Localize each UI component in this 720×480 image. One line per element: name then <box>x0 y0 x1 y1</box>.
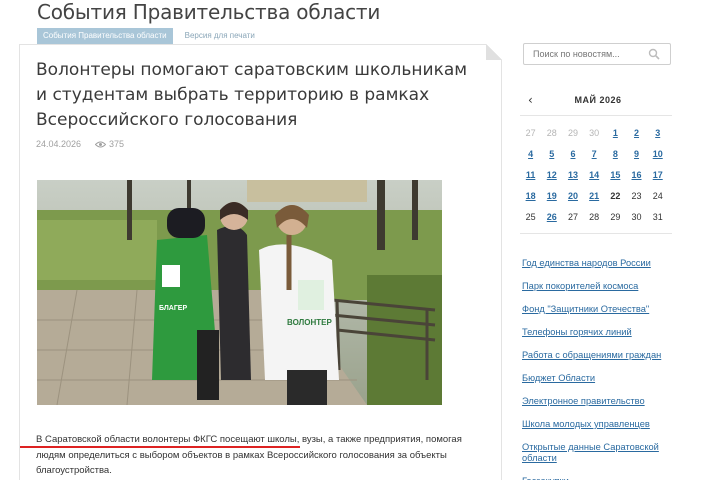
sidebar-link[interactable]: Год единства народов России <box>522 258 682 269</box>
calendar-day: 28 <box>546 127 557 138</box>
calendar-divider <box>520 115 672 116</box>
calendar-day[interactable]: 16 <box>626 170 647 180</box>
article-headline: Волонтеры помогают саратовским школьника… <box>36 60 468 130</box>
calendar-day[interactable]: 17 <box>647 170 668 180</box>
calendar-day[interactable]: 21 <box>584 191 605 201</box>
calendar-day[interactable]: 19 <box>541 191 562 201</box>
calendar-day[interactable]: 4 <box>520 149 541 159</box>
vest2-text: ВОЛОНТЕР <box>287 318 332 327</box>
calendar-week: 27 28 29 30 1 2 3 <box>520 122 676 143</box>
calendar-day[interactable]: 12 <box>541 170 562 180</box>
sidebar-link[interactable]: Школа молодых управленцев <box>522 419 682 430</box>
search-input[interactable] <box>524 49 644 59</box>
calendar-day[interactable]: 14 <box>584 170 605 180</box>
calendar-day[interactable]: 11 <box>520 170 541 180</box>
calendar-day[interactable]: 20 <box>562 191 583 201</box>
calendar-month: МАЙ 2026 <box>574 95 622 105</box>
calendar-day: 31 <box>652 211 663 222</box>
calendar-day[interactable]: 26 <box>541 212 562 222</box>
calendar-day[interactable]: 2 <box>626 128 647 138</box>
calendar-day: 27 <box>525 127 536 138</box>
search-box <box>523 43 671 65</box>
calendar-divider-bottom <box>520 233 672 234</box>
calendar-day[interactable]: 10 <box>647 149 668 159</box>
calendar-day: 24 <box>652 190 663 201</box>
sidebar-link[interactable]: Парк покорителей космоса <box>522 281 682 292</box>
calendar-day[interactable]: 18 <box>520 191 541 201</box>
calendar-week: 4 5 6 7 8 9 10 <box>520 143 676 164</box>
calendar-week: 25 26 27 28 29 30 31 <box>520 206 676 227</box>
sidebar-link[interactable]: Бюджет Области <box>522 373 682 384</box>
calendar-day[interactable]: 1 <box>605 128 626 138</box>
tab-events[interactable]: События Правительства области <box>37 28 173 44</box>
calendar-day: 25 <box>525 211 536 222</box>
calendar-day[interactable]: 15 <box>605 170 626 180</box>
eye-icon <box>95 141 107 147</box>
calendar-day: 29 <box>567 127 578 138</box>
sidebar-link[interactable]: Электронное правительство <box>522 396 682 407</box>
print-version-link[interactable]: Версия для печати <box>179 28 261 44</box>
article-meta: 24.04.2026 375 <box>36 139 124 149</box>
sidebar-link[interactable]: Фонд "Защитники Отечества" <box>522 304 682 315</box>
calendar-day: 30 <box>589 127 600 138</box>
calendar-day: 28 <box>589 211 600 222</box>
article-views: 375 <box>95 139 124 149</box>
page-tabs: События Правительства области Версия для… <box>37 28 261 44</box>
calendar-header: ‹ МАЙ 2026 <box>523 92 673 108</box>
sidebar-link[interactable]: Работа с обращениями граждан <box>522 350 682 361</box>
calendar-day[interactable]: 13 <box>562 170 583 180</box>
calendar-day[interactable]: 9 <box>626 149 647 159</box>
views-count: 375 <box>109 139 125 149</box>
calendar-day: 23 <box>631 190 642 201</box>
calendar-day: 29 <box>610 211 621 222</box>
article-body: В Саратовской области волонтеры ФКГС пос… <box>36 434 462 476</box>
calendar-day: 22 <box>610 190 621 201</box>
sidebar-links: Год единства народов России Парк покорите… <box>522 258 682 480</box>
calendar-day[interactable]: 6 <box>562 149 583 159</box>
calendar-day[interactable]: 7 <box>584 149 605 159</box>
article-photo: БЛАГЕР ВОЛОНТЕР <box>37 180 442 405</box>
vest1-text: БЛАГЕР <box>159 305 187 312</box>
calendar-day[interactable]: 5 <box>541 149 562 159</box>
calendar-day[interactable]: 8 <box>605 149 626 159</box>
article-date: 24.04.2026 <box>36 139 82 149</box>
calendar-day: 30 <box>631 211 642 222</box>
search-icon[interactable] <box>648 48 660 60</box>
sidebar-link[interactable]: Открытые данные Саратовской области <box>522 442 682 464</box>
calendar-week: 18 19 20 21 22 23 24 <box>520 185 676 206</box>
sidebar-link[interactable]: Госзакупки <box>522 476 682 480</box>
calendar-day: 27 <box>567 211 578 222</box>
calendar-week: 11 12 13 14 15 16 17 <box>520 164 676 185</box>
corner-fold <box>486 44 502 60</box>
sidebar-link[interactable]: Телефоны горячих линий <box>522 327 682 338</box>
page-title: События Правительства области <box>37 0 381 24</box>
calendar-grid: 27 28 29 30 1 2 3 4 5 6 7 8 9 10 11 12 13 14 15 16 17 18 19 20 2… <box>520 122 676 227</box>
calendar-day[interactable]: 3 <box>647 128 668 138</box>
